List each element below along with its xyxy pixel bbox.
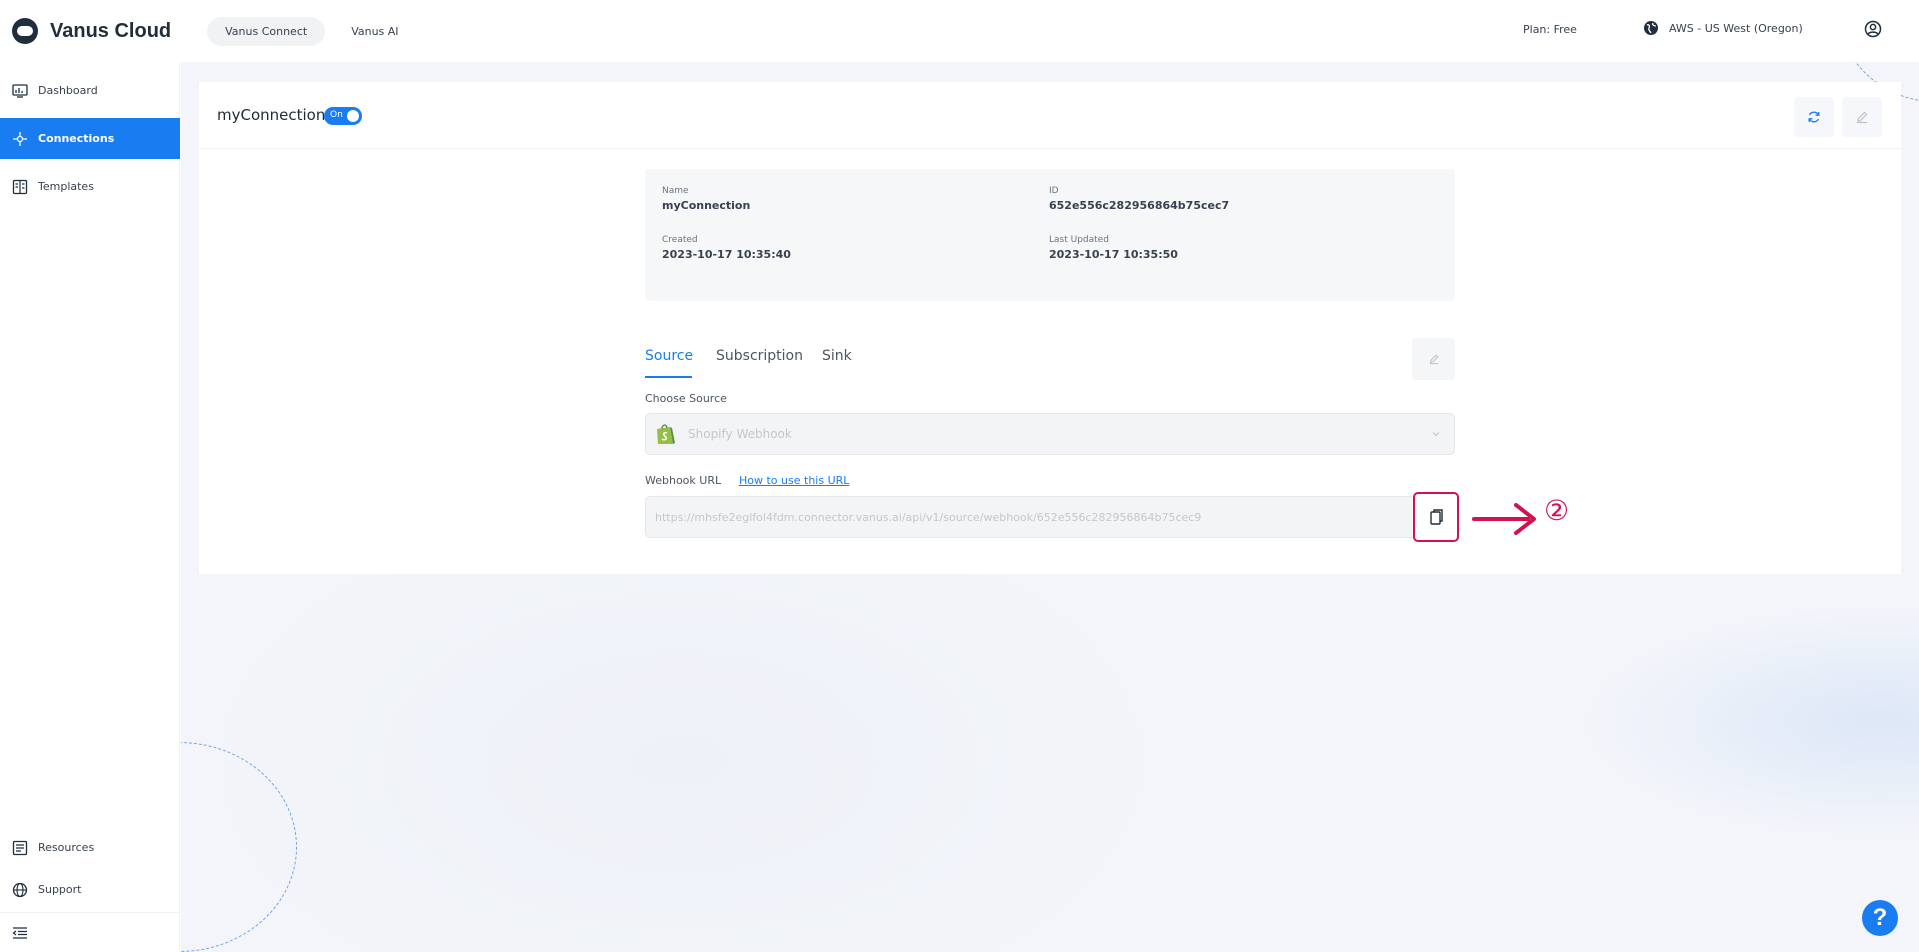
active-tab-indicator [645,376,692,378]
edit-source-button[interactable] [1412,338,1455,380]
sidebar-item-label: Dashboard [38,84,98,97]
connection-title: myConnection [217,106,326,124]
region-label: AWS - US West (Oregon) [1669,21,1803,35]
edit-icon [1429,354,1439,365]
webhook-url-label: Webhook URL [645,474,722,487]
connection-toggle[interactable]: On [324,107,362,125]
tab-subscription[interactable]: Subscription [716,348,803,364]
top-bar: Vanus Cloud Vanus Connect Vanus AI Plan:… [0,0,1919,62]
id-label: ID [1049,186,1059,196]
annotation-number: ② [1544,494,1570,527]
connection-card: myConnection On Name myConnection ID 652… [199,82,1901,574]
tab-sink[interactable]: Sink [822,348,852,364]
decorative-circle [181,742,299,952]
sidebar-item-label: Resources [38,841,95,854]
templates-icon [12,179,28,194]
how-to-use-url-link[interactable]: How to use this URL [739,474,849,487]
shopify-icon [657,424,675,444]
created-label: Created [662,235,698,245]
copy-icon [1430,509,1443,525]
app-title: Vanus Cloud [50,19,172,42]
source-select[interactable]: Shopify Webhook [645,413,1455,455]
vanus-logo-icon [12,18,38,44]
updated-label: Last Updated [1049,235,1109,245]
toggle-label: On [330,110,343,120]
sidebar-item-templates[interactable]: Templates [0,166,180,207]
name-label: Name [662,186,689,196]
help-button[interactable]: ? [1862,900,1898,936]
user-account-icon[interactable] [1864,20,1882,42]
chevron-down-icon [1432,432,1440,437]
refresh-button[interactable] [1794,97,1834,137]
collapse-sidebar-button[interactable] [0,912,180,952]
plan-label: Plan: Free [1523,23,1577,36]
dashboard-icon [12,83,28,98]
id-value: 652e556c282956864b75cec7 [1049,199,1230,212]
annotation-arrow-icon [1472,503,1536,535]
source-select-value: Shopify Webhook [688,427,792,441]
copy-url-button[interactable] [1413,492,1459,542]
top-tabs: Vanus Connect Vanus AI [207,16,424,46]
card-header: myConnection On [199,82,1901,149]
choose-source-label: Choose Source [645,392,727,405]
connection-info-panel: Name myConnection ID 652e556c282956864b7… [645,169,1455,301]
sidebar-item-label: Connections [38,132,115,145]
tab-source[interactable]: Source [645,348,693,364]
sidebar-item-dashboard[interactable]: Dashboard [0,70,180,111]
region-selector[interactable]: AWS - US West (Oregon) [1643,20,1803,36]
logo[interactable]: Vanus Cloud [12,18,171,44]
updated-value: 2023-10-17 10:35:50 [1049,248,1178,261]
edit-button[interactable] [1842,97,1882,137]
sidebar-item-label: Support [38,883,82,896]
resources-icon [12,840,28,855]
tab-vanus-connect[interactable]: Vanus Connect [207,16,326,46]
globe-icon [12,882,28,897]
connections-icon [13,131,27,146]
sidebar-item-support[interactable]: Support [0,869,180,910]
sidebar-item-label: Templates [38,180,94,193]
tab-vanus-ai[interactable]: Vanus AI [333,17,416,46]
menu-collapse-icon [12,926,27,939]
edit-icon [1857,111,1868,124]
globe-icon [1644,21,1658,35]
sidebar-item-connections[interactable]: Connections [0,118,180,159]
created-value: 2023-10-17 10:35:40 [662,248,791,261]
toggle-knob [347,110,359,122]
refresh-icon [1808,111,1820,123]
sidebar-item-resources[interactable]: Resources [0,827,180,868]
name-value: myConnection [662,199,751,212]
sidebar: Dashboard Connections Templates Resource… [0,62,180,952]
webhook-url-field[interactable]: https://mhsfe2eglfol4fdm.connector.vanus… [645,496,1415,538]
